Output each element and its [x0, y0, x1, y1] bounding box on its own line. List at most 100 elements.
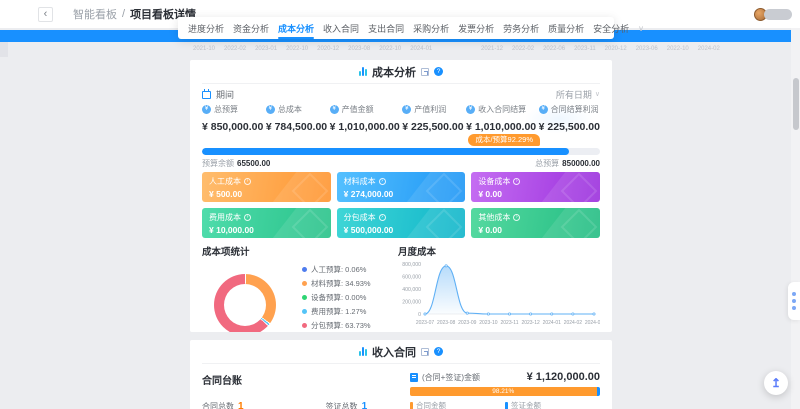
- chart-icon: [359, 347, 367, 356]
- metric-value: ¥ 225,500.00: [539, 121, 600, 133]
- svg-text:2024-01: 2024-01: [543, 320, 562, 326]
- svg-text:2023-11: 2023-11: [501, 320, 519, 326]
- legend-dot: [302, 281, 307, 286]
- expense-cost-card[interactable]: 费用成本› ¥ 10,000.00: [202, 208, 331, 238]
- other-cost-card[interactable]: 其他成本› ¥ 0.00: [471, 208, 600, 238]
- tab-funds-analysis[interactable]: 资金分析: [233, 17, 269, 39]
- background-chart-dates-right: 2021-122022-022022-062023-112020-122023-…: [481, 46, 720, 52]
- amount-label: (合同+签证)金额: [422, 372, 480, 383]
- metric-settlement-profit: ¥合同结算利润 ¥ 225,500.00: [539, 104, 600, 134]
- metric-output-profit: ¥产值利润 ¥ 225,500.00: [402, 104, 463, 134]
- donut-legend-item[interactable]: 人工预算: 0.06%: [302, 264, 371, 275]
- chevron-down-icon[interactable]: ∨: [638, 24, 644, 33]
- donut-legend-item[interactable]: 设备预算: 0.00%: [302, 292, 371, 303]
- contract-count-value: 1: [238, 401, 244, 409]
- equipment-cost-card[interactable]: 设备成本› ¥ 0.00: [471, 172, 600, 202]
- coin-icon: ¥: [402, 105, 411, 114]
- help-icon[interactable]: ?: [434, 347, 443, 356]
- income-contract-card: 收入合同 ? 合同台账 合同总数 1 签证总数 1: [190, 340, 612, 409]
- visa-amount-segment: [597, 387, 600, 396]
- tab-progress-analysis[interactable]: 进度分析: [188, 17, 224, 39]
- visa-count-stat: 签证总数 1: [326, 401, 368, 409]
- donut-legend-item[interactable]: 费用预算: 1.27%: [302, 306, 371, 317]
- tab-expense-contract[interactable]: 支出合同: [368, 17, 404, 39]
- background-chart-dates-left: 2021-102022-022023-012022-102020-122023-…: [193, 46, 432, 52]
- document-icon: [410, 373, 418, 382]
- expand-icon[interactable]: [421, 68, 429, 76]
- back-button[interactable]: ‹: [38, 7, 53, 22]
- coin-icon: ¥: [266, 105, 275, 114]
- donut-legend-item[interactable]: 材料预算: 34.93%: [302, 278, 371, 289]
- tab-procurement[interactable]: 采购分析: [413, 17, 449, 39]
- budget-progress-fill: [202, 148, 569, 155]
- period-filter-row: 期间 所有日期 ∨: [202, 86, 600, 102]
- amount-value: ¥ 1,120,000.00: [527, 371, 600, 383]
- legend-dot: [302, 267, 307, 272]
- cost-card-header: 成本分析 ?: [202, 60, 600, 84]
- cost-analysis-card: 成本分析 ? 期间 所有日期 ∨ ¥总预算 ¥ 850,000.00 ¥总成本 …: [190, 60, 612, 332]
- material-cost-card[interactable]: 材料成本› ¥ 274,000.00: [337, 172, 466, 202]
- scrollbar-track[interactable]: [791, 28, 800, 409]
- arrow-right-icon: ›: [513, 178, 520, 185]
- contract-amount-block: (合同+签证)金额 ¥ 1,120,000.00 98.21% 合同金额 ¥ 1…: [400, 369, 600, 409]
- monthly-cost-chart: 800,000600,000400,000200,00002023-072023…: [398, 258, 600, 332]
- legend-mark-blue: [505, 402, 508, 409]
- help-icon[interactable]: ?: [434, 67, 443, 76]
- donut-legend: 人工预算: 0.06% 材料预算: 34.93% 设备预算: 0.00% 费用预算: …: [302, 264, 371, 332]
- svg-text:0: 0: [418, 312, 421, 318]
- ledger-title: 合同台账: [202, 372, 400, 387]
- user-menu-pill[interactable]: [764, 9, 792, 20]
- expand-icon[interactable]: [421, 348, 429, 356]
- donut-chart-title: 成本项统计: [202, 244, 398, 258]
- collapsed-sidebar-stub: [0, 42, 8, 57]
- chart-icon: [359, 67, 367, 76]
- contract-ledger-block: 合同台账 合同总数 1 签证总数 1: [202, 369, 400, 409]
- labor-cost-card[interactable]: 人工成本› ¥ 500.00: [202, 172, 331, 202]
- charts-row: 成本项统计 人工预算: 0.06% 材料预算: 34.93% 设备预算: 0.00%…: [202, 244, 600, 332]
- arrow-up-to-top-icon: ↥: [771, 377, 781, 389]
- calendar-icon: [202, 91, 211, 99]
- tab-income-contract[interactable]: 收入合同: [323, 17, 359, 39]
- coin-icon: ¥: [539, 105, 548, 114]
- tab-cost-analysis[interactable]: 成本分析: [278, 17, 314, 39]
- tab-safety-analysis[interactable]: 安全分析: [593, 17, 629, 39]
- metric-income-settlement: ¥收入合同结算 ¥ 1,010,000.00: [466, 104, 536, 134]
- svg-text:2023-10: 2023-10: [479, 320, 498, 326]
- breadcrumb-root[interactable]: 智能看板: [73, 6, 117, 22]
- coin-icon: ¥: [202, 105, 211, 114]
- legend-label: 人工预算: 0.06%: [311, 264, 366, 275]
- cost-donut-chart: [214, 274, 276, 333]
- tab-invoice-analysis[interactable]: 发票分析: [458, 17, 494, 39]
- income-card-header: 收入合同 ?: [202, 340, 600, 364]
- svg-text:2023-07: 2023-07: [416, 320, 435, 326]
- detail-panel: 成本分析 ? 期间 所有日期 ∨ ¥总预算 ¥ 850,000.00 ¥总成本 …: [190, 60, 612, 409]
- chevron-down-icon: ∨: [595, 90, 600, 98]
- tab-quality-analysis[interactable]: 质量分析: [548, 17, 584, 39]
- svg-text:600,000: 600,000: [402, 275, 421, 281]
- donut-legend-item[interactable]: 分包预算: 63.73%: [302, 320, 371, 331]
- anchor-dot: [792, 299, 796, 303]
- legend-dot: [302, 295, 307, 300]
- subcontract-cost-card[interactable]: 分包成本› ¥ 500,000.00: [337, 208, 466, 238]
- contract-amount-segment: 98.21%: [410, 387, 597, 396]
- svg-text:200,000: 200,000: [402, 300, 421, 306]
- scrollbar-thumb[interactable]: [793, 78, 799, 130]
- visa-count-value: 1: [362, 401, 368, 409]
- date-filter-dropdown[interactable]: 所有日期 ∨: [556, 88, 600, 101]
- arrow-right-icon: ›: [379, 214, 386, 221]
- metric-row: ¥总预算 ¥ 850,000.00 ¥总成本 ¥ 784,500.00 ¥产值金…: [202, 104, 600, 134]
- monthly-chart-title: 月度成本: [398, 244, 600, 258]
- arrow-right-icon: ›: [513, 214, 520, 221]
- metric-output-amount: ¥产值金额 ¥ 1,010,000.00: [330, 104, 400, 134]
- cost-section-title: 成本分析: [372, 64, 416, 80]
- arrow-right-icon: ›: [244, 178, 251, 185]
- contract-count-stat: 合同总数 1: [202, 401, 244, 409]
- tab-labor-analysis[interactable]: 劳务分析: [503, 17, 539, 39]
- svg-text:400,000: 400,000: [402, 287, 421, 293]
- budget-progress-bar[interactable]: [202, 148, 600, 155]
- back-to-top-button[interactable]: ↥: [764, 371, 788, 395]
- metric-value: ¥ 225,500.00: [402, 121, 463, 133]
- budget-balance-value: 65500.00: [237, 159, 270, 168]
- metric-total-budget: ¥总预算 ¥ 850,000.00: [202, 104, 263, 134]
- anchor-nav-tab[interactable]: [788, 282, 800, 320]
